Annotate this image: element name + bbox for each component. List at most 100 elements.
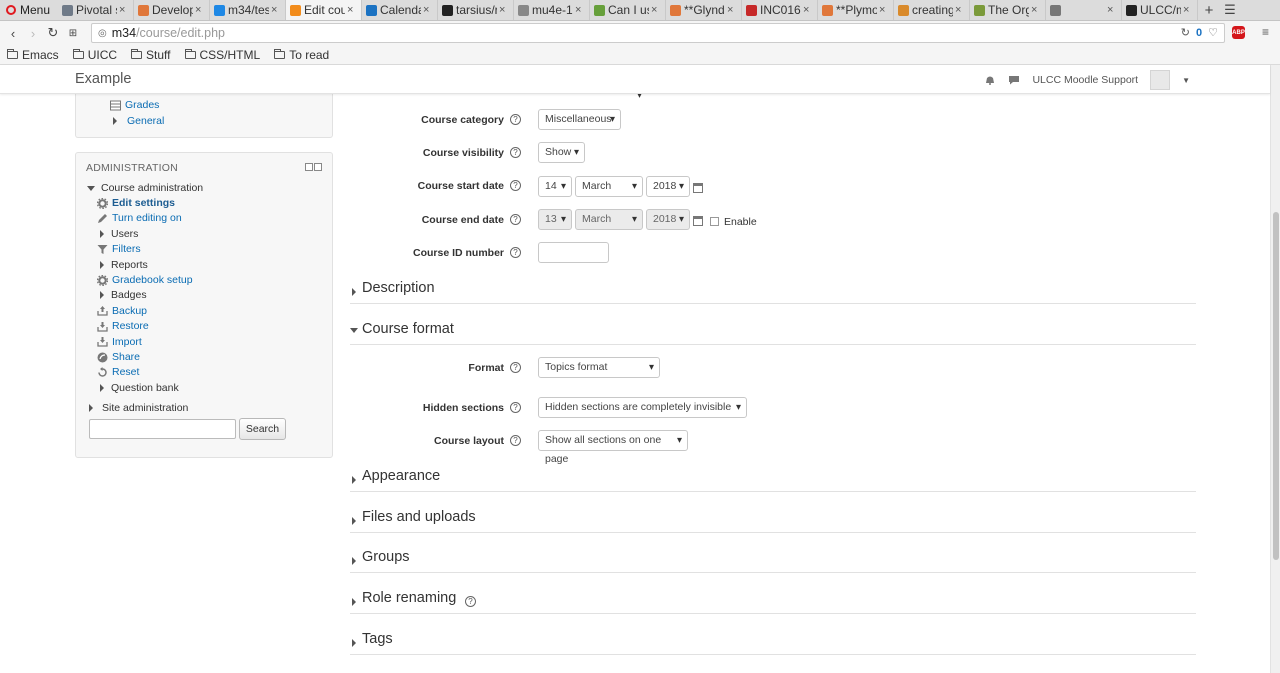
scrollbar-thumb[interactable] xyxy=(1273,212,1279,560)
admin-search-button[interactable]: Search xyxy=(239,418,286,440)
speed-dial-icon[interactable]: ⊞ xyxy=(63,28,83,39)
dock-icon[interactable] xyxy=(305,163,313,171)
collapse-icon[interactable] xyxy=(314,163,322,171)
start-month-select[interactable]: March xyxy=(575,176,643,197)
help-icon[interactable]: ? xyxy=(510,214,521,225)
format-select[interactable]: Topics format xyxy=(538,357,660,378)
adblock-icon[interactable]: ABP xyxy=(1232,26,1245,39)
course-id-number-input[interactable] xyxy=(538,242,609,263)
help-icon[interactable]: ? xyxy=(510,147,521,158)
heart-icon[interactable]: ♡ xyxy=(1208,26,1218,39)
bookmark-folder[interactable]: Emacs xyxy=(7,48,59,62)
calendar-icon[interactable] xyxy=(693,183,703,193)
course-visibility-select[interactable]: Show xyxy=(538,142,585,163)
course-layout-select[interactable]: Show all sections on one page xyxy=(538,430,688,465)
close-tab-icon[interactable]: × xyxy=(119,4,129,16)
admin-item-question-bank[interactable]: Question bank xyxy=(97,382,179,394)
section-role-renaming[interactable]: Role renaming ? xyxy=(350,590,1196,614)
nav-item-grades[interactable]: Grades xyxy=(110,99,159,111)
browser-tab[interactable]: mu4e-1 × xyxy=(514,0,590,20)
close-tab-icon[interactable]: × xyxy=(955,4,965,16)
avatar[interactable] xyxy=(1150,70,1171,90)
end-month-select[interactable]: March xyxy=(575,209,643,230)
help-icon[interactable]: ? xyxy=(510,362,521,373)
section-course-format[interactable]: Course format xyxy=(350,321,1196,345)
bookmark-folder[interactable]: Stuff xyxy=(131,48,171,62)
browser-tab[interactable]: **Plymo × xyxy=(818,0,894,20)
back-icon[interactable]: ‹ xyxy=(3,26,23,41)
user-menu-caret-icon[interactable]: ▼ xyxy=(1182,76,1190,85)
admin-item-import[interactable]: Import xyxy=(97,336,142,348)
section-appearance[interactable]: Appearance xyxy=(350,468,1196,492)
close-tab-icon[interactable]: × xyxy=(271,4,281,16)
bell-icon[interactable] xyxy=(984,75,996,85)
help-icon[interactable]: ? xyxy=(510,180,521,191)
forward-icon[interactable]: › xyxy=(23,26,43,41)
help-icon[interactable]: ? xyxy=(510,247,521,258)
admin-item-reports[interactable]: Reports xyxy=(97,259,148,271)
admin-item-reset[interactable]: Reset xyxy=(97,366,139,378)
browser-tab[interactable]: Can I us × xyxy=(590,0,666,20)
admin-search-input[interactable] xyxy=(89,419,236,439)
close-tab-icon[interactable]: × xyxy=(1107,4,1117,16)
course-administration-node[interactable]: Course administration xyxy=(87,182,203,194)
browser-tab[interactable]: Pivotal s × xyxy=(58,0,134,20)
close-tab-icon[interactable]: × xyxy=(1031,4,1041,16)
browser-tab[interactable]: Edit cou × xyxy=(286,0,362,20)
bookmark-folder[interactable]: UICC xyxy=(72,48,117,62)
browser-tab[interactable]: **Glynd × xyxy=(666,0,742,20)
close-tab-icon[interactable]: × xyxy=(651,4,661,16)
section-groups[interactable]: Groups xyxy=(350,549,1196,573)
tab-menu-icon[interactable]: ☰ xyxy=(1220,0,1240,20)
course-category-select[interactable]: Miscellaneous xyxy=(538,109,621,130)
bookmark-folder[interactable]: CSS/HTML xyxy=(184,48,260,62)
bookmark-folder[interactable]: To read xyxy=(274,48,329,62)
reload-icon[interactable]: ↻ xyxy=(43,25,63,41)
close-tab-icon[interactable]: × xyxy=(423,4,433,16)
new-tab-button[interactable]: + xyxy=(1198,0,1220,20)
extensions-menu-icon[interactable]: ≡ xyxy=(1262,25,1269,39)
admin-item-users[interactable]: Users xyxy=(97,228,138,240)
close-tab-icon[interactable]: × xyxy=(727,4,737,16)
hidden-sections-select[interactable]: Hidden sections are completely invisible xyxy=(538,397,747,418)
site-brand[interactable]: Example xyxy=(75,71,131,87)
help-icon[interactable]: ? xyxy=(510,114,521,125)
start-year-select[interactable]: 2018 xyxy=(646,176,690,197)
site-info-icon[interactable]: ◎ xyxy=(98,28,107,39)
browser-tab[interactable]: INC016: × xyxy=(742,0,818,20)
opera-menu-button[interactable]: Menu xyxy=(0,0,58,20)
nav-item-general[interactable]: General xyxy=(113,115,164,127)
section-description[interactable]: Description xyxy=(350,280,1196,304)
admin-item-badges[interactable]: Badges xyxy=(97,289,147,301)
counter-badge[interactable]: 0 xyxy=(1196,27,1202,39)
browser-tab[interactable]: The Org × xyxy=(970,0,1046,20)
section-tags[interactable]: Tags xyxy=(350,631,1196,655)
browser-tab[interactable]: m34/tes × xyxy=(210,0,286,20)
admin-item-filters[interactable]: Filters xyxy=(97,243,141,255)
close-tab-icon[interactable]: × xyxy=(803,4,813,16)
close-tab-icon[interactable]: × xyxy=(499,4,509,16)
admin-item-restore[interactable]: Restore xyxy=(97,320,149,332)
browser-tab[interactable]: × xyxy=(1046,0,1122,20)
section-files-and-uploads[interactable]: Files and uploads xyxy=(350,509,1196,533)
admin-item-edit-settings[interactable]: Edit settings xyxy=(97,197,175,209)
admin-item-share[interactable]: Share xyxy=(97,351,140,363)
help-icon[interactable]: ? xyxy=(465,596,476,607)
end-date-enable-checkbox[interactable] xyxy=(710,217,719,226)
browser-tab[interactable]: ULCC/m× xyxy=(1122,0,1198,20)
browser-tab[interactable]: Calenda × xyxy=(362,0,438,20)
end-year-select[interactable]: 2018 xyxy=(646,209,690,230)
admin-item-backup[interactable]: Backup xyxy=(97,305,147,317)
help-icon[interactable]: ? xyxy=(510,402,521,413)
end-day-select[interactable]: 13 xyxy=(538,209,572,230)
browser-tab[interactable]: creating × xyxy=(894,0,970,20)
close-tab-icon[interactable]: × xyxy=(347,4,357,16)
help-icon[interactable]: ? xyxy=(510,435,521,446)
close-tab-icon[interactable]: × xyxy=(1183,4,1193,16)
admin-item-turn-editing-on[interactable]: Turn editing on xyxy=(97,212,182,224)
page-scrollbar[interactable] xyxy=(1270,65,1280,673)
close-tab-icon[interactable]: × xyxy=(575,4,585,16)
user-name[interactable]: ULCC Moodle Support xyxy=(1032,74,1138,86)
refresh-small-icon[interactable]: ↻ xyxy=(1181,26,1190,39)
browser-tab[interactable]: tarsius/r × xyxy=(438,0,514,20)
